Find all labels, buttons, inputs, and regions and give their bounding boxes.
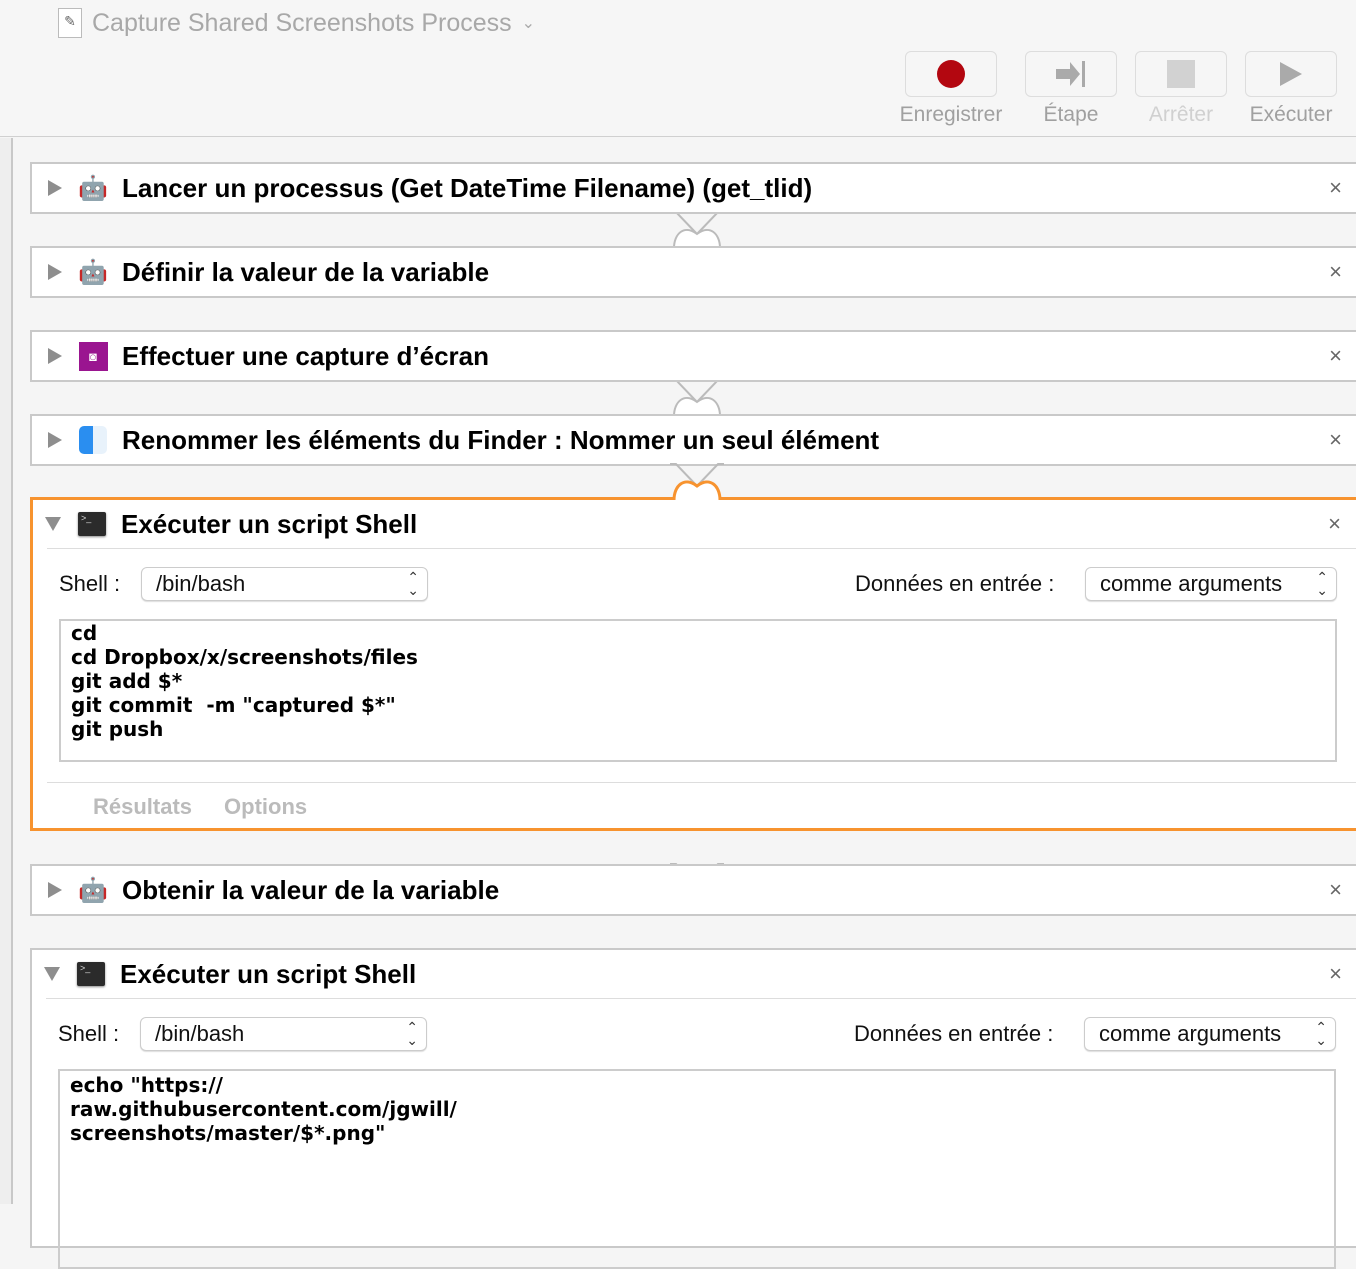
record-label: Enregistrer — [899, 103, 1003, 126]
action-title: Exécuter un script Shell — [120, 958, 417, 989]
close-icon[interactable]: × — [1329, 175, 1342, 201]
input-select[interactable]: comme arguments ⌃ ⌄ — [1085, 567, 1337, 601]
disclosure-triangle[interactable] — [44, 967, 60, 981]
updown-icon: ⌃ ⌄ — [406, 1019, 418, 1048]
connector — [670, 211, 724, 249]
close-icon[interactable]: × — [1329, 343, 1342, 369]
updown-icon: ⌃ ⌄ — [407, 569, 419, 598]
disclosure-triangle[interactable] — [48, 348, 62, 364]
action-set-variable[interactable]: 🤖 Définir la valeur de la variable × — [30, 246, 1356, 298]
play-icon — [1280, 62, 1302, 86]
workflow-file-icon: ✎ — [58, 8, 82, 38]
action-launch-workflow[interactable]: 🤖 Lancer un processus (Get DateTime Filen… — [30, 162, 1356, 214]
toolbar: ✎ Capture Shared Screenshots Process ⌄ E… — [0, 0, 1356, 137]
action-run-shell-script[interactable]: >_ Exécuter un script Shell × Shell : /bin… — [30, 497, 1356, 831]
chevron-down-icon[interactable]: ⌄ — [522, 13, 535, 33]
action-run-shell-script-2[interactable]: >_ Exécuter un script Shell × Shell : /bin… — [30, 948, 1356, 1269]
close-icon[interactable]: × — [1329, 877, 1342, 903]
shell-select[interactable]: /bin/bash ⌃ ⌄ — [140, 1017, 427, 1051]
terminal-icon: >_ — [76, 959, 106, 989]
disclosure-triangle[interactable] — [48, 432, 62, 448]
step-button[interactable]: Étape — [1025, 51, 1117, 127]
finder-icon — [78, 425, 108, 455]
step-icon — [1056, 61, 1085, 87]
connector — [670, 379, 724, 417]
library-pane-edge[interactable] — [0, 138, 13, 1204]
stop-icon — [1167, 60, 1195, 88]
automator-robot-icon: 🤖 — [78, 876, 108, 904]
action-title: Lancer un processus (Get DateTime Filena… — [122, 172, 813, 203]
script-editor[interactable]: echo "https:// raw.githubusercontent.com… — [58, 1069, 1336, 1269]
connector-selected — [670, 463, 724, 501]
automator-robot-icon: 🤖 — [78, 258, 108, 286]
record-icon — [937, 60, 965, 88]
automator-robot-icon: 🤖 — [78, 174, 108, 202]
screenshot-icon: ◙ — [78, 341, 108, 371]
action-take-screenshot[interactable]: ◙ Effectuer une capture d’écran × — [30, 330, 1356, 382]
input-label: Données en entrée : — [854, 1021, 1054, 1046]
action-get-variable[interactable]: 🤖 Obtenir la valeur de la variable × — [30, 864, 1356, 916]
close-icon[interactable]: × — [1329, 427, 1342, 453]
shell-value: /bin/bash — [155, 1021, 245, 1046]
disclosure-triangle[interactable] — [48, 882, 62, 898]
action-title: Exécuter un script Shell — [121, 508, 418, 539]
input-value: comme arguments — [1099, 1021, 1282, 1046]
input-select[interactable]: comme arguments ⌃ ⌄ — [1084, 1017, 1336, 1051]
script-editor[interactable]: cd cd Dropbox/x/screenshots/files git ad… — [59, 619, 1337, 762]
input-label: Données en entrée : — [855, 571, 1055, 596]
run-button[interactable]: Exécuter — [1245, 51, 1337, 127]
action-title: Définir la valeur de la variable — [122, 256, 490, 287]
updown-icon: ⌃ ⌄ — [1315, 1019, 1327, 1048]
tab-results[interactable]: Résultats — [93, 794, 192, 820]
action-title: Effectuer une capture d’écran — [122, 340, 489, 371]
stop-button[interactable]: Arrêter — [1135, 51, 1227, 127]
disclosure-triangle[interactable] — [45, 517, 61, 531]
shell-select[interactable]: /bin/bash ⌃ ⌄ — [141, 567, 428, 601]
shell-label: Shell : — [58, 1021, 120, 1046]
close-icon[interactable]: × — [1329, 961, 1342, 987]
shell-value: /bin/bash — [156, 571, 246, 596]
shell-label: Shell : — [59, 571, 121, 596]
close-icon[interactable]: × — [1329, 259, 1342, 285]
input-value: comme arguments — [1100, 571, 1283, 596]
terminal-icon: >_ — [77, 509, 107, 539]
run-label: Exécuter — [1249, 103, 1333, 126]
close-icon[interactable]: × — [1328, 511, 1341, 537]
action-title: Obtenir la valeur de la variable — [122, 874, 500, 905]
disclosure-triangle[interactable] — [48, 180, 62, 196]
record-button[interactable]: Enregistrer — [900, 51, 1002, 127]
action-title: Renommer les éléments du Finder : Nommer… — [122, 424, 880, 455]
updown-icon: ⌃ ⌄ — [1316, 569, 1328, 598]
action-rename-finder-items[interactable]: Renommer les éléments du Finder : Nommer… — [30, 414, 1356, 466]
disclosure-triangle[interactable] — [48, 264, 62, 280]
tab-options[interactable]: Options — [224, 794, 307, 820]
title-text: Capture Shared Screenshots Process — [92, 8, 512, 37]
window-title[interactable]: ✎ Capture Shared Screenshots Process ⌄ — [58, 8, 535, 38]
